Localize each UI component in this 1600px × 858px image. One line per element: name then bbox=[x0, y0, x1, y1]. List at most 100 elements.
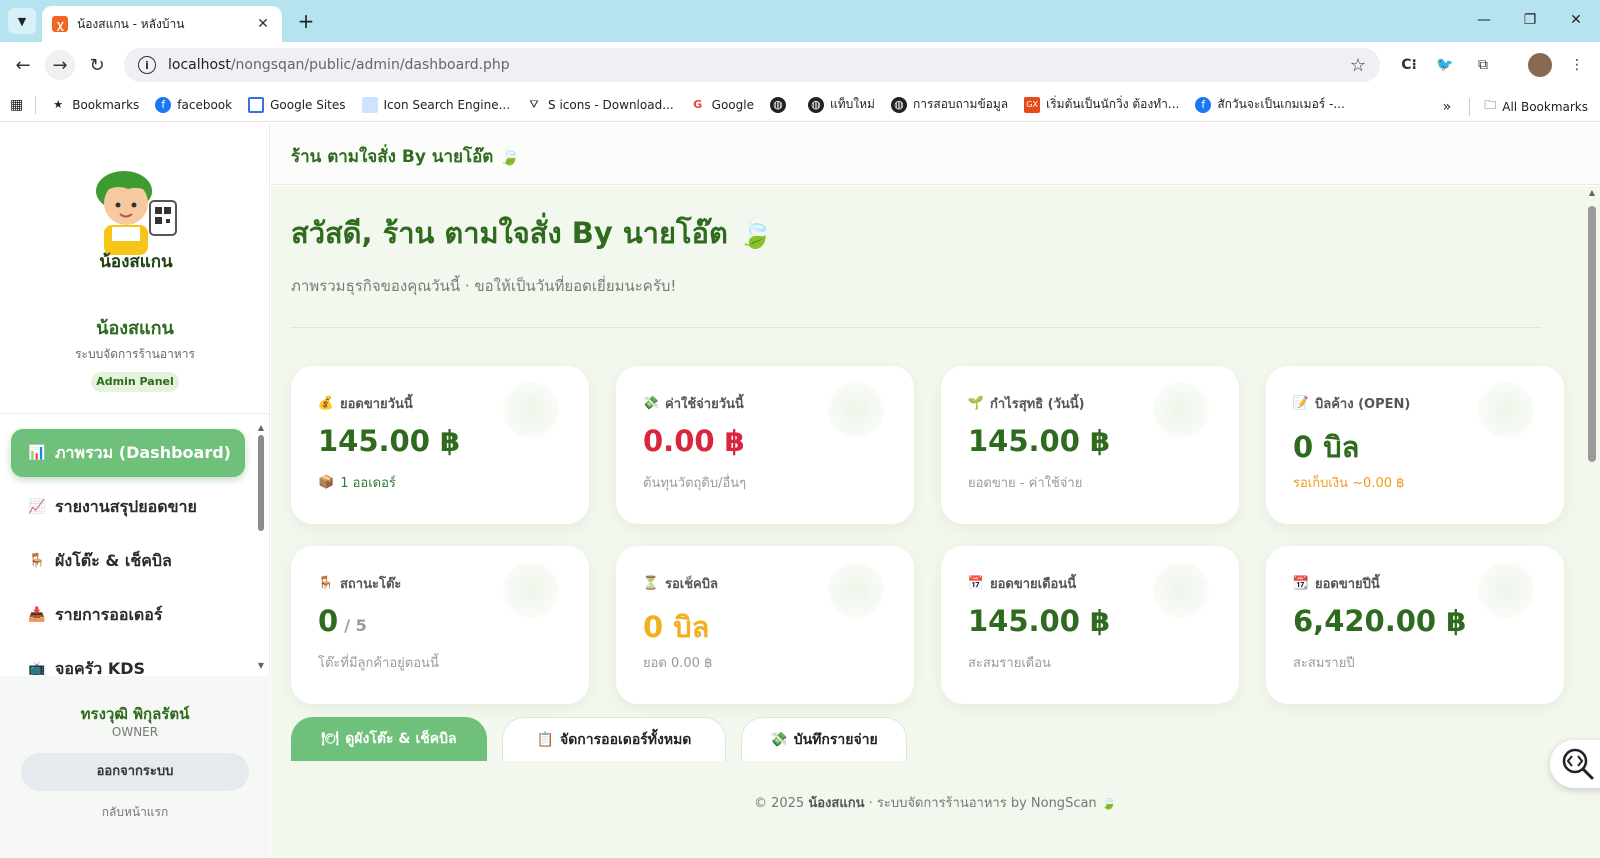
extension-bird-icon[interactable]: 🐦 bbox=[1432, 52, 1458, 78]
admin-panel-badge: Admin Panel bbox=[91, 372, 179, 392]
card-sub: รอเก็บเงิน ~0.00 ฿ bbox=[1293, 476, 1405, 491]
sidebar-item-label: รายงานสรุปยอดขาย bbox=[55, 496, 197, 516]
code-search-icon bbox=[1562, 748, 1594, 780]
card-label: กำไรสุทธิ (วันนี้) bbox=[990, 397, 1085, 412]
logout-button[interactable]: ออกจากระบบ bbox=[21, 753, 249, 791]
address-bar[interactable]: i localhost/nongsqan/public/admin/dashbo… bbox=[124, 48, 1380, 82]
bookmark-star-icon[interactable]: ☆ bbox=[1350, 55, 1366, 76]
sidebar-item-kds[interactable]: 📺 จอครัว KDS bbox=[11, 645, 245, 676]
sidebar-item-sales-report[interactable]: 📈 รายงานสรุปยอดขาย bbox=[11, 483, 245, 531]
card-sub: สะสมรายปี bbox=[1293, 656, 1355, 671]
stat-card-sales-today: 💰 ยอดขายวันนี้ 145.00 ฿ 📦 1 ออเดอร์ bbox=[291, 366, 589, 524]
card-sub: โต๊ะที่มีลูกค้าอยู่ตอนนี้ bbox=[318, 656, 439, 671]
sidebar-item-tables[interactable]: 🪑 ผังโต๊ะ & เช็คบิล bbox=[11, 537, 245, 585]
page-footer: © 2025 น้องสแกน · ระบบจัดการร้านอาหาร by… bbox=[271, 792, 1600, 813]
card-label: บิลค้าง (OPEN) bbox=[1315, 397, 1411, 412]
stat-card-open-bills: 📝 บิลค้าง (OPEN) 0 บิล รอเก็บเงิน ~0.00 ฿ bbox=[1266, 366, 1564, 524]
bookmark-item[interactable]: Icon Search Engine... bbox=[361, 96, 510, 113]
chevron-double-right-icon[interactable]: » bbox=[1443, 99, 1452, 115]
floating-code-button[interactable] bbox=[1550, 740, 1600, 788]
record-expense-button[interactable]: 💸 บันทึกรายจ่าย bbox=[741, 717, 907, 761]
greeting-subtitle: ภาพรวมธุรกิจของคุณวันนี้ · ขอให้เป็นวันท… bbox=[291, 277, 677, 295]
memo-icon: 📝 bbox=[1292, 396, 1310, 411]
view-tables-button[interactable]: 🍽 ดูผังโต๊ะ & เช็คบิล bbox=[291, 717, 487, 761]
folder-icon: 🗀 bbox=[1484, 98, 1497, 112]
new-tab-button[interactable]: + bbox=[292, 8, 320, 34]
card-decoration bbox=[1153, 382, 1209, 438]
bookmark-item[interactable]: G Google bbox=[690, 97, 754, 113]
back-button[interactable]: ← bbox=[8, 50, 38, 80]
extension-css-icon[interactable]: C⁝ bbox=[1396, 52, 1422, 78]
apps-grid-icon[interactable]: ▦ bbox=[10, 97, 23, 113]
bookmark-label: การสอบถามข้อมูล bbox=[912, 97, 1009, 111]
card-decoration bbox=[503, 562, 559, 618]
tab-search-button[interactable]: ▼ bbox=[8, 8, 36, 34]
minimize-button[interactable]: — bbox=[1464, 6, 1504, 34]
sidebar-item-orders[interactable]: 📥 รายการออเดอร์ bbox=[11, 591, 245, 639]
sidebar-item-label: รายการออเดอร์ bbox=[55, 604, 163, 624]
sidebar-subtitle: ระบบจัดการร้านอาหาร bbox=[75, 347, 195, 361]
bookmark-item[interactable]: Google Sites bbox=[248, 96, 346, 113]
url-host: localhost bbox=[168, 57, 231, 73]
mascot-logo: น้องสแกน bbox=[84, 159, 188, 272]
sidebar-scroll-thumb[interactable] bbox=[258, 435, 264, 531]
browser-menu-icon[interactable]: ⋮ bbox=[1564, 52, 1590, 78]
card-value: 0.00 ฿ bbox=[643, 424, 745, 458]
card-value: 0 bbox=[318, 604, 339, 638]
browser-tab-strip: ▼ ꭓ น้องสแกน - หลังบ้าน ✕ + — ❐ ✕ bbox=[0, 0, 1600, 42]
money-wings-icon: 💸 bbox=[642, 396, 660, 411]
page-scroll-thumb[interactable] bbox=[1588, 206, 1596, 462]
facebook-icon: f bbox=[155, 96, 172, 113]
close-window-button[interactable]: ✕ bbox=[1556, 6, 1596, 34]
bookmark-item[interactable]: ◍ การสอบถามข้อมูล bbox=[890, 95, 1009, 114]
bookmark-item[interactable]: ⛛ S icons - Download... bbox=[526, 97, 673, 113]
sidebar: น้องสแกน น้องสแกน ระบบจัดการร้านอาหาร Ad… bbox=[0, 123, 270, 858]
card-decoration bbox=[1478, 562, 1534, 618]
profile-avatar[interactable] bbox=[1528, 53, 1552, 77]
logo-text: น้องสแกน bbox=[99, 252, 173, 271]
table-icon: 🍽 bbox=[321, 731, 340, 747]
scroll-up-arrow-icon[interactable]: ▲ bbox=[256, 423, 266, 432]
star-icon: ★ bbox=[53, 98, 64, 111]
bookmark-item[interactable]: f facebook bbox=[155, 96, 232, 113]
card-value: 145.00 ฿ bbox=[968, 604, 1111, 638]
bookmark-item[interactable]: ◍ แท็บใหม่ bbox=[807, 95, 875, 114]
reload-icon: ↻ bbox=[89, 54, 105, 76]
chevron-down-icon: ▼ bbox=[17, 14, 27, 28]
scroll-down-arrow-icon[interactable]: ▼ bbox=[256, 661, 266, 670]
bookmark-label: เริ่มต้นเป็นนักวิ่ง ต้องทำ... bbox=[1046, 97, 1180, 111]
active-tab[interactable]: ꭓ น้องสแกน - หลังบ้าน ✕ bbox=[42, 6, 282, 42]
bookmark-item[interactable]: GX เริ่มต้นเป็นนักวิ่ง ต้องทำ... bbox=[1024, 95, 1179, 114]
home-link[interactable]: กลับหน้าแรก bbox=[0, 803, 270, 822]
restore-button[interactable]: ❐ bbox=[1510, 6, 1550, 34]
reload-button[interactable]: ↻ bbox=[82, 50, 112, 80]
bookmark-label: แท็บใหม่ bbox=[829, 97, 875, 111]
card-decoration bbox=[828, 382, 884, 438]
topbar: ร้าน ตามใจสั่ง By นายโอ๊ต 🍃 bbox=[271, 123, 1600, 185]
sidebar-brand: น้องสแกน bbox=[96, 318, 174, 339]
bookmark-item[interactable]: ★ Bookmarks bbox=[50, 97, 139, 113]
content-divider bbox=[291, 327, 1541, 328]
manage-orders-button[interactable]: 📋 จัดการออเดอร์ทั้งหมด bbox=[502, 717, 726, 761]
bookmarks-separator bbox=[35, 95, 37, 114]
card-sub: 1 ออเดอร์ bbox=[340, 476, 396, 491]
button-label: ดูผังโต๊ะ & เช็คบิล bbox=[345, 731, 457, 747]
calendar-31-icon: 📆 bbox=[1292, 576, 1310, 591]
bookmark-item[interactable]: ◍ bbox=[769, 96, 792, 113]
sidebar-item-dashboard[interactable]: 📊 ภาพรวม (Dashboard) bbox=[11, 429, 245, 477]
card-label: ค่าใช้จ่ายวันนี้ bbox=[665, 397, 744, 412]
all-bookmarks-link[interactable]: All Bookmarks bbox=[1502, 100, 1588, 114]
tab-close-icon[interactable]: ✕ bbox=[254, 16, 272, 32]
bookmark-label: Google bbox=[711, 97, 754, 112]
bookmark-item[interactable]: f สักวันจะเป็นเกมเมอร์ -... bbox=[1195, 95, 1345, 114]
scroll-up-arrow-icon[interactable]: ▲ bbox=[1587, 188, 1597, 197]
s-icons-icon: ⛛ bbox=[529, 97, 539, 111]
extensions-puzzle-icon[interactable]: ⧉ bbox=[1470, 52, 1496, 78]
card-value: 145.00 ฿ bbox=[318, 424, 461, 458]
forward-button[interactable]: → bbox=[45, 50, 75, 80]
chart-icon: 📊 bbox=[28, 445, 46, 461]
site-info-icon[interactable]: i bbox=[138, 56, 156, 74]
sidebar-scrollbar[interactable]: ▲ ▼ bbox=[256, 423, 266, 673]
arrow-right-icon: → bbox=[52, 54, 68, 76]
seedling-icon: 🌱 bbox=[967, 396, 985, 411]
